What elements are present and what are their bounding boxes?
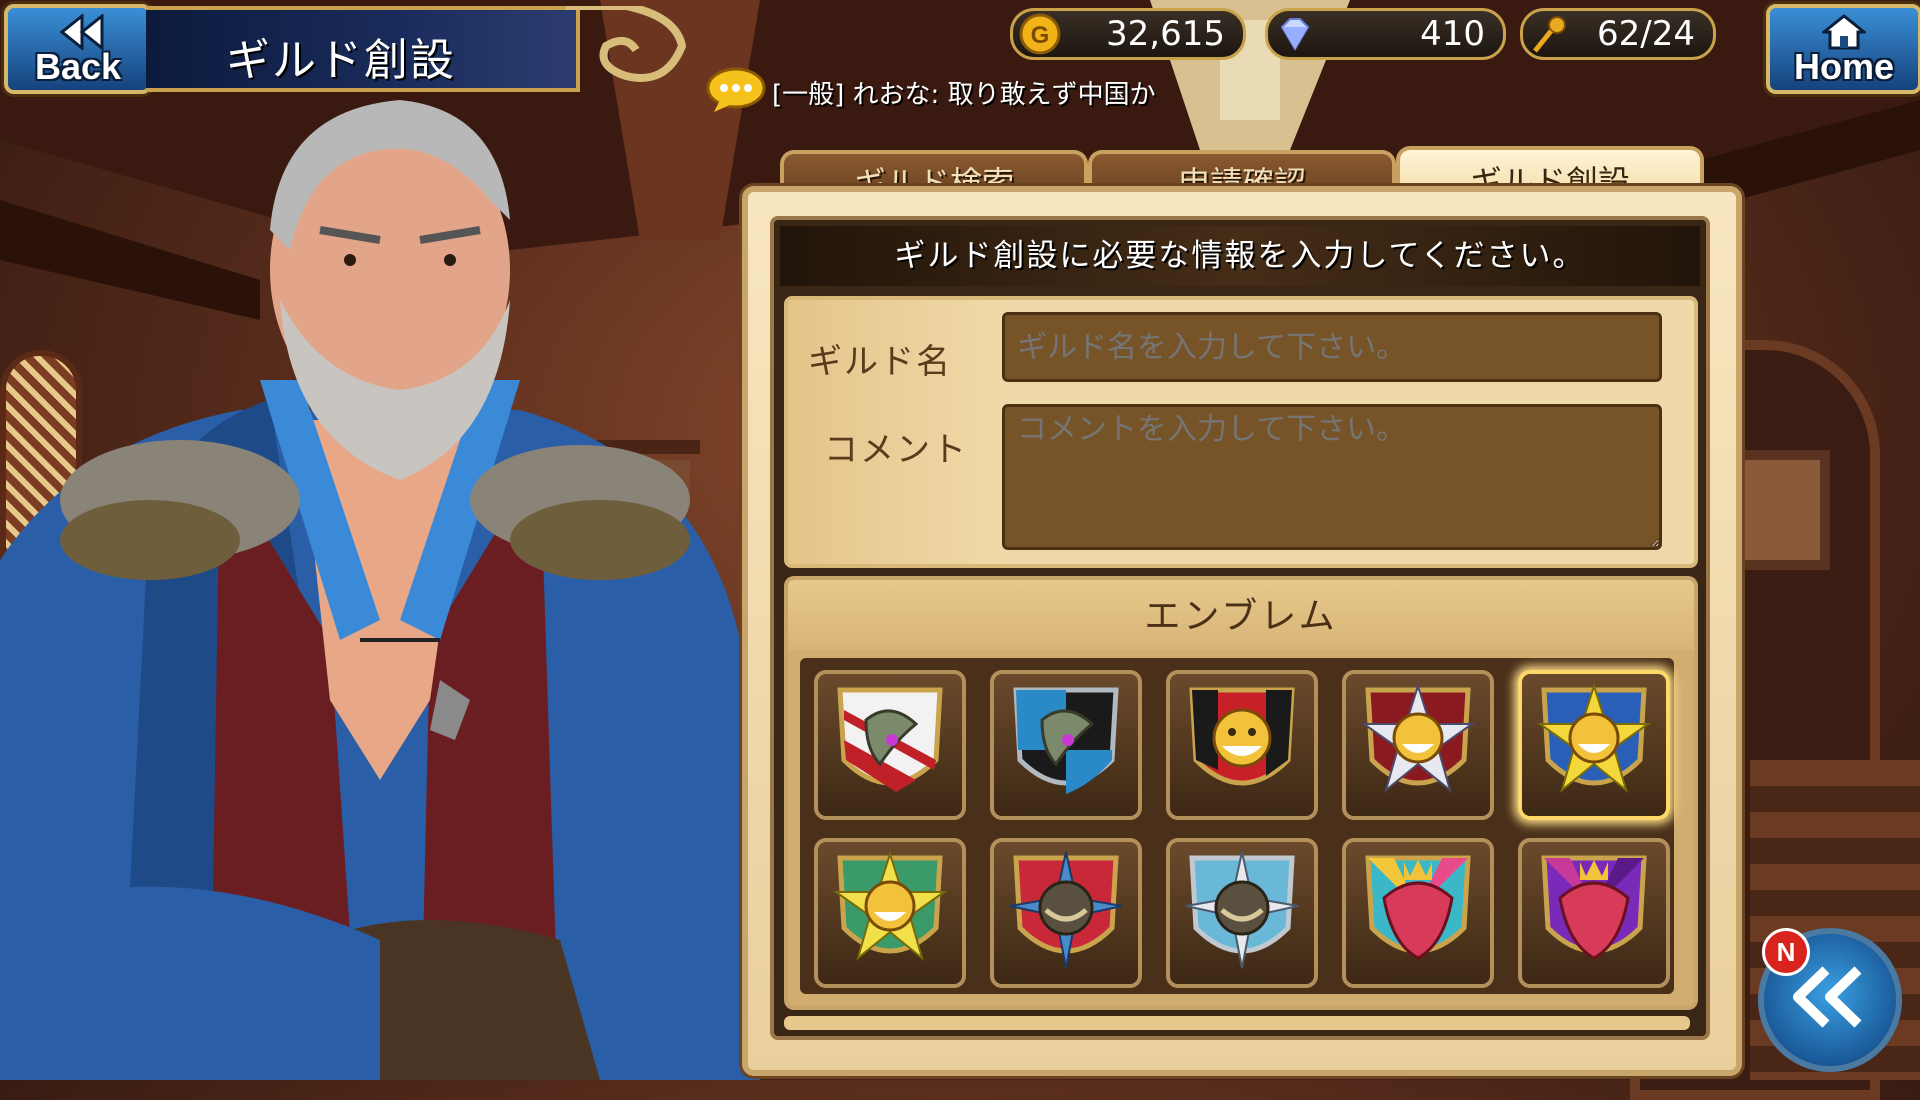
emblem-section-title: エンブレム xyxy=(784,576,1698,654)
guild-info-form: ギルド名 コメント xyxy=(784,296,1698,568)
comment-label: コメント xyxy=(824,430,968,470)
back-button[interactable]: Back xyxy=(4,4,152,94)
guild-create-panel: ギルド創設に必要な情報を入力してください。 ギルド名 コメント エンブレム xyxy=(742,186,1742,1076)
stamina-counter: 62/24 xyxy=(1520,8,1716,60)
rewind-icon xyxy=(59,14,104,50)
crowned-bird-purple-icon xyxy=(1541,855,1647,960)
emblem-option-8[interactable] xyxy=(1166,838,1318,988)
home-label: Home xyxy=(1793,46,1895,87)
guild-name-label: ギルド名 xyxy=(808,342,952,382)
gold-counter: G 32,615 xyxy=(1010,8,1246,60)
emblem-option-3[interactable] xyxy=(1166,670,1318,820)
sun-beast-star-red-icon xyxy=(1360,682,1476,793)
gold-coin-icon: G xyxy=(1019,13,1061,55)
gold-value: 32,615 xyxy=(1106,14,1225,54)
emblem-option-10[interactable] xyxy=(1518,838,1670,988)
emblem-option-1[interactable] xyxy=(814,670,966,820)
stamina-value: 62/24 xyxy=(1597,14,1695,54)
sun-beast-red-black-icon xyxy=(1189,687,1295,786)
instruction-text: ギルド創設に必要な情報を入力してください。 xyxy=(780,226,1700,286)
emblem-option-6[interactable] xyxy=(814,838,966,988)
panel-bottom-strip xyxy=(784,1016,1690,1030)
new-notification-badge: N xyxy=(1762,928,1810,976)
guild-name-input[interactable] xyxy=(1002,312,1662,382)
guild-master-character xyxy=(0,100,760,1080)
dragon-shield-red-white-icon xyxy=(837,687,943,792)
gem-counter: 410 xyxy=(1265,8,1506,60)
emblem-grid xyxy=(784,650,1698,1010)
key-staff-icon xyxy=(1533,16,1566,53)
orb-star-red-icon xyxy=(1009,851,1123,969)
panel-inner: ギルド創設に必要な情報を入力してください。 ギルド名 コメント エンブレム xyxy=(770,216,1710,1040)
comment-input[interactable] xyxy=(1002,404,1662,550)
double-chevron-left-icon xyxy=(1793,966,1862,1028)
home-icon xyxy=(1822,14,1866,50)
orb-star-blue-icon xyxy=(1185,851,1299,969)
emblem-option-2[interactable] xyxy=(990,670,1142,820)
emblem-option-5[interactable] xyxy=(1518,670,1670,820)
title-bar: ギルド創設 xyxy=(146,6,686,92)
emblem-option-7[interactable] xyxy=(990,838,1142,988)
ornament-icon xyxy=(566,6,686,82)
emblem-option-4[interactable] xyxy=(1342,670,1494,820)
chat-message: [一般] れおな: 取り敢えず中国か xyxy=(772,80,1156,110)
emblem-grid-inner xyxy=(800,658,1674,994)
gem-value: 410 xyxy=(1420,14,1485,54)
home-button[interactable]: Home xyxy=(1766,4,1920,94)
svg-text:G: G xyxy=(1031,22,1050,49)
chat-bubble-icon xyxy=(706,67,766,112)
sun-beast-star-yellow-icon xyxy=(1536,682,1652,793)
back-label: Back xyxy=(34,46,122,87)
sun-beast-star-green-yellow-icon xyxy=(832,850,948,961)
emblem-option-9[interactable] xyxy=(1342,838,1494,988)
crowned-bird-blue-icon xyxy=(1365,855,1471,960)
page-title: ギルド創設 xyxy=(226,35,456,86)
diamond-icon xyxy=(1280,18,1310,51)
dragon-shield-blue-black-icon xyxy=(1013,687,1119,794)
